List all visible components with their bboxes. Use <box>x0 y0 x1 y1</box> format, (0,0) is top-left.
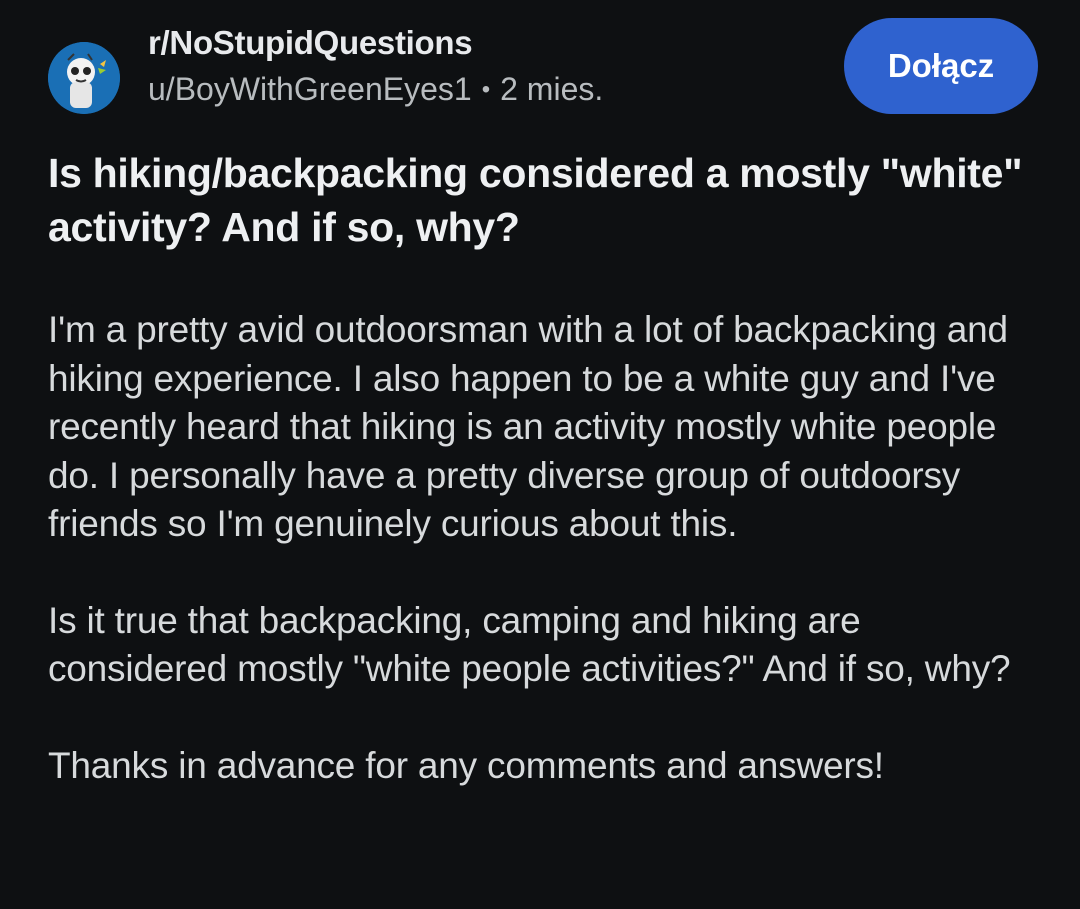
post-title[interactable]: Is hiking/backpacking considered a mostl… <box>48 146 1038 254</box>
byline: u/BoyWithGreenEyes1 • 2 mies. <box>148 64 603 115</box>
separator-dot: • <box>481 76 491 103</box>
post-meta: r/NoStupidQuestions u/BoyWithGreenEyes1 •… <box>148 22 603 115</box>
author-name[interactable]: u/BoyWithGreenEyes1 <box>148 71 472 107</box>
subreddit-name[interactable]: r/NoStupidQuestions <box>148 22 603 64</box>
post-time: 2 mies. <box>500 71 604 107</box>
body-paragraph: Thanks in advance for any comments and a… <box>48 744 884 786</box>
post-body: I'm a pretty avid outdoorsman with a lot… <box>48 306 1048 790</box>
post-header: r/NoStupidQuestions u/BoyWithGreenEyes1 •… <box>48 18 1038 118</box>
join-button[interactable]: Dołącz <box>844 18 1038 114</box>
body-paragraph: Is it true that backpacking, camping and… <box>48 599 1011 690</box>
subreddit-avatar-icon[interactable] <box>48 42 120 114</box>
body-paragraph: I'm a pretty avid outdoorsman with a lot… <box>48 309 1008 544</box>
